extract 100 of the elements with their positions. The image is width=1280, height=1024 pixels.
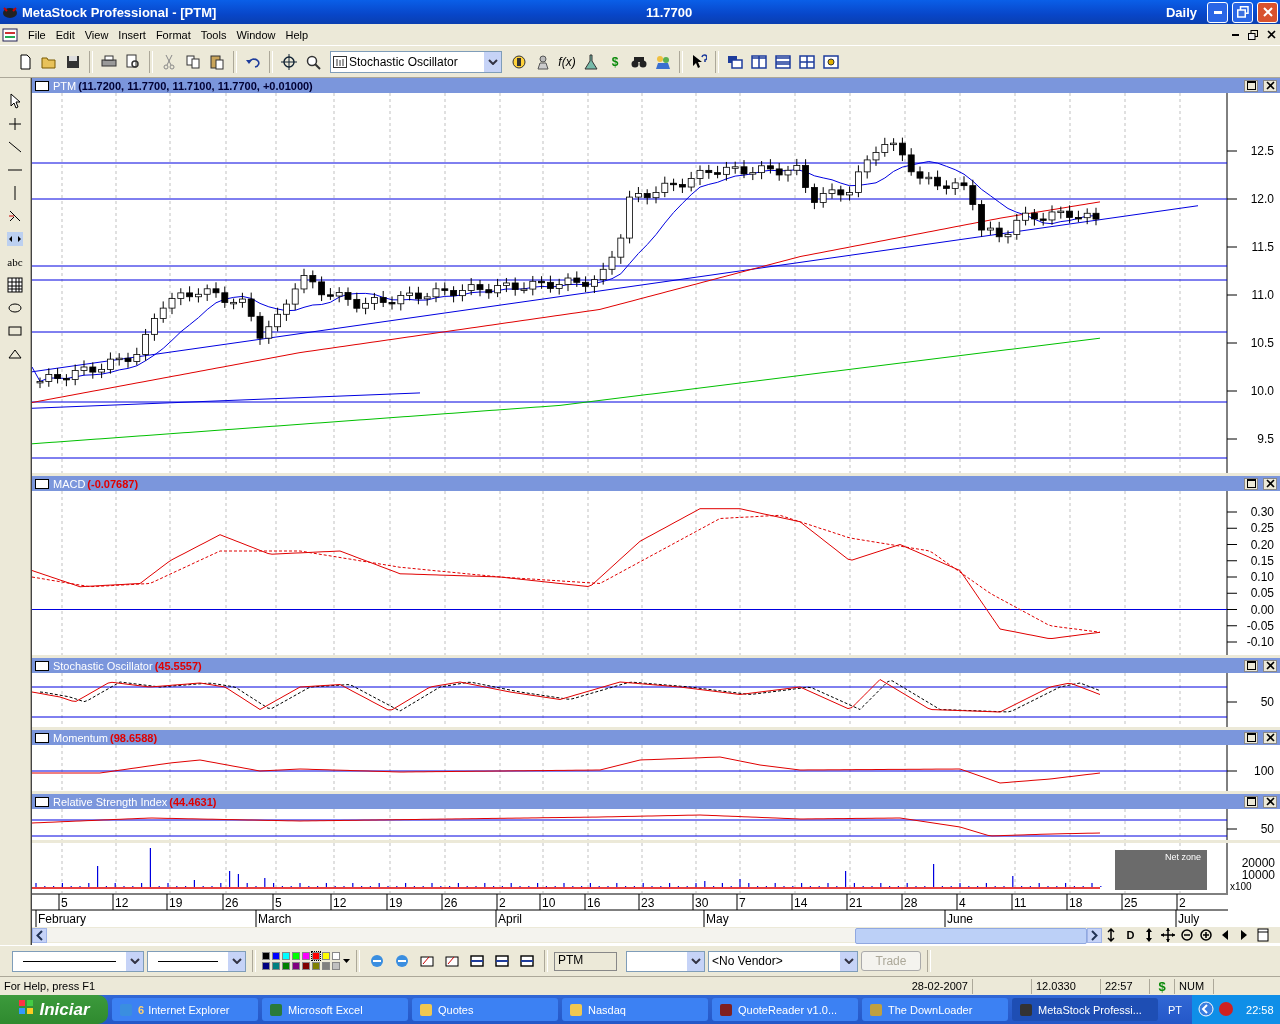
taskbar-item[interactable]: MetaStock Professi...	[1012, 998, 1158, 1021]
taskbar-item[interactable]: Microsoft Excel	[262, 998, 408, 1021]
close-button[interactable]	[1263, 659, 1277, 672]
color-swatch[interactable]	[312, 962, 320, 970]
color-swatch[interactable]	[292, 952, 300, 960]
date-label: 18	[1068, 896, 1083, 910]
text-tool[interactable]: abc	[3, 253, 27, 271]
taskbar-item[interactable]: Quotes	[412, 998, 558, 1021]
close-button[interactable]	[1263, 477, 1277, 490]
date-label: 19	[168, 896, 183, 910]
taskbar-item[interactable]: 6 Internet Explorer	[112, 998, 258, 1021]
status-num: NUM	[1175, 978, 1214, 994]
formula-button[interactable]: f(x)	[556, 50, 578, 73]
date-label: 12	[332, 896, 347, 910]
close-button[interactable]	[1263, 731, 1277, 744]
dollar-button[interactable]: $	[604, 50, 626, 73]
vendor-select[interactable]: <No Vendor>	[708, 950, 858, 972]
color-swatch[interactable]	[262, 952, 270, 960]
menu-item[interactable]: Help	[281, 28, 315, 41]
panel-name: Momentum	[52, 731, 108, 744]
panel-value: (11.7200, 11.7700, 11.7100, 11.7700, +0.01000)	[78, 79, 313, 92]
axis-label: 0.00	[1250, 602, 1274, 617]
date-label: 26	[224, 896, 239, 910]
periodicity-button[interactable]: D	[1120, 927, 1140, 943]
maximize-button[interactable]	[1244, 795, 1258, 808]
axis-label: 0.20	[1250, 537, 1274, 552]
panel-name: MACD	[52, 477, 86, 490]
axis-label: 0.30	[1250, 505, 1274, 519]
color-swatch[interactable]	[282, 962, 290, 970]
menu-item[interactable]: File	[24, 28, 52, 41]
date-label: 4	[958, 896, 966, 910]
close-button[interactable]	[1263, 79, 1277, 92]
scroll-left-button[interactable]	[31, 927, 47, 943]
color-swatch[interactable]	[302, 962, 310, 970]
axis-label: 11.5	[1251, 240, 1274, 254]
color-swatch[interactable]	[312, 952, 320, 960]
symbol-field[interactable]: PTM	[554, 951, 617, 971]
minimize-icon	[1231, 33, 1239, 36]
color-swatch[interactable]	[262, 962, 270, 970]
color-swatch[interactable]	[332, 952, 340, 960]
axis-label: 20000	[1241, 856, 1275, 870]
dropdown[interactable]	[626, 950, 705, 972]
clock: 22:58	[1246, 1003, 1274, 1016]
line-style-select[interactable]	[12, 950, 144, 972]
expand-tray-icon[interactable]	[1198, 1000, 1215, 1019]
color-swatch[interactable]	[292, 962, 300, 970]
caret-icon[interactable]	[343, 959, 350, 963]
app-icon	[868, 1001, 884, 1018]
periodicity-label: Daily	[1165, 4, 1197, 20]
color-swatch[interactable]	[272, 952, 280, 960]
axis-label: 10.0	[1250, 384, 1274, 398]
minimize-icon	[1213, 10, 1222, 14]
date-label: 30	[694, 896, 709, 910]
color-swatch[interactable]	[322, 962, 330, 970]
axis-label: 11.0	[1251, 288, 1274, 302]
start-button[interactable]: Iniciar	[0, 995, 108, 1024]
language-indicator[interactable]: PT	[1162, 1003, 1189, 1016]
maximize-button[interactable]	[1244, 659, 1258, 672]
taskbar-label: Quotes	[438, 1003, 474, 1016]
move-arrows-icon[interactable]	[1158, 927, 1178, 943]
color-swatch[interactable]	[332, 962, 340, 970]
scrollbar-thumb[interactable]	[854, 928, 1087, 944]
month-label: July	[1177, 912, 1200, 926]
menu-item[interactable]: Window	[232, 28, 282, 41]
color-swatch[interactable]	[322, 952, 330, 960]
maximize-button[interactable]	[1244, 477, 1258, 490]
menu-item[interactable]: Format	[151, 28, 197, 41]
date-label: 26	[443, 896, 458, 910]
menu-item[interactable]: Tools	[196, 28, 233, 41]
axis-label: 12.5	[1250, 144, 1274, 158]
menu-item[interactable]: View	[80, 28, 115, 41]
taskbar-item[interactable]: Nasdaq	[562, 998, 708, 1021]
status-time: 22:57	[1101, 978, 1150, 994]
color-swatch[interactable]	[282, 952, 290, 960]
maximize-button[interactable]	[1244, 79, 1258, 92]
line-width-select[interactable]	[147, 950, 246, 972]
date-label: 10	[541, 896, 556, 910]
app-icon	[718, 1001, 734, 1018]
color-swatch[interactable]	[302, 952, 310, 960]
color-swatch[interactable]	[272, 962, 280, 970]
taskbar-label: QuoteReader v1.0...	[738, 1003, 838, 1016]
indicator-select[interactable]: Stochastic Oscillator	[330, 50, 502, 73]
axis-label: 10.5	[1250, 336, 1274, 350]
panel-value: (-0.07687)	[87, 477, 139, 490]
taskbar-item[interactable]: QuoteReader v1.0...	[712, 998, 858, 1021]
app-icon	[1018, 1001, 1034, 1018]
date-label: 7	[738, 896, 746, 910]
window-icon	[34, 80, 49, 91]
status-text: For Help, press F1	[3, 979, 97, 994]
axis-label: 50	[1260, 822, 1274, 836]
axis-label: 100	[1253, 764, 1274, 778]
taskbar-item[interactable]: The DownLoader	[862, 998, 1008, 1021]
window-icon	[34, 796, 49, 807]
maximize-button[interactable]	[1244, 731, 1258, 744]
menu-item[interactable]: Insert	[114, 28, 152, 41]
month-label: May	[705, 912, 729, 926]
month-label: June	[946, 912, 973, 926]
menu-item[interactable]: Edit	[51, 28, 81, 41]
caret-icon	[487, 58, 498, 65]
close-button[interactable]	[1263, 795, 1277, 808]
